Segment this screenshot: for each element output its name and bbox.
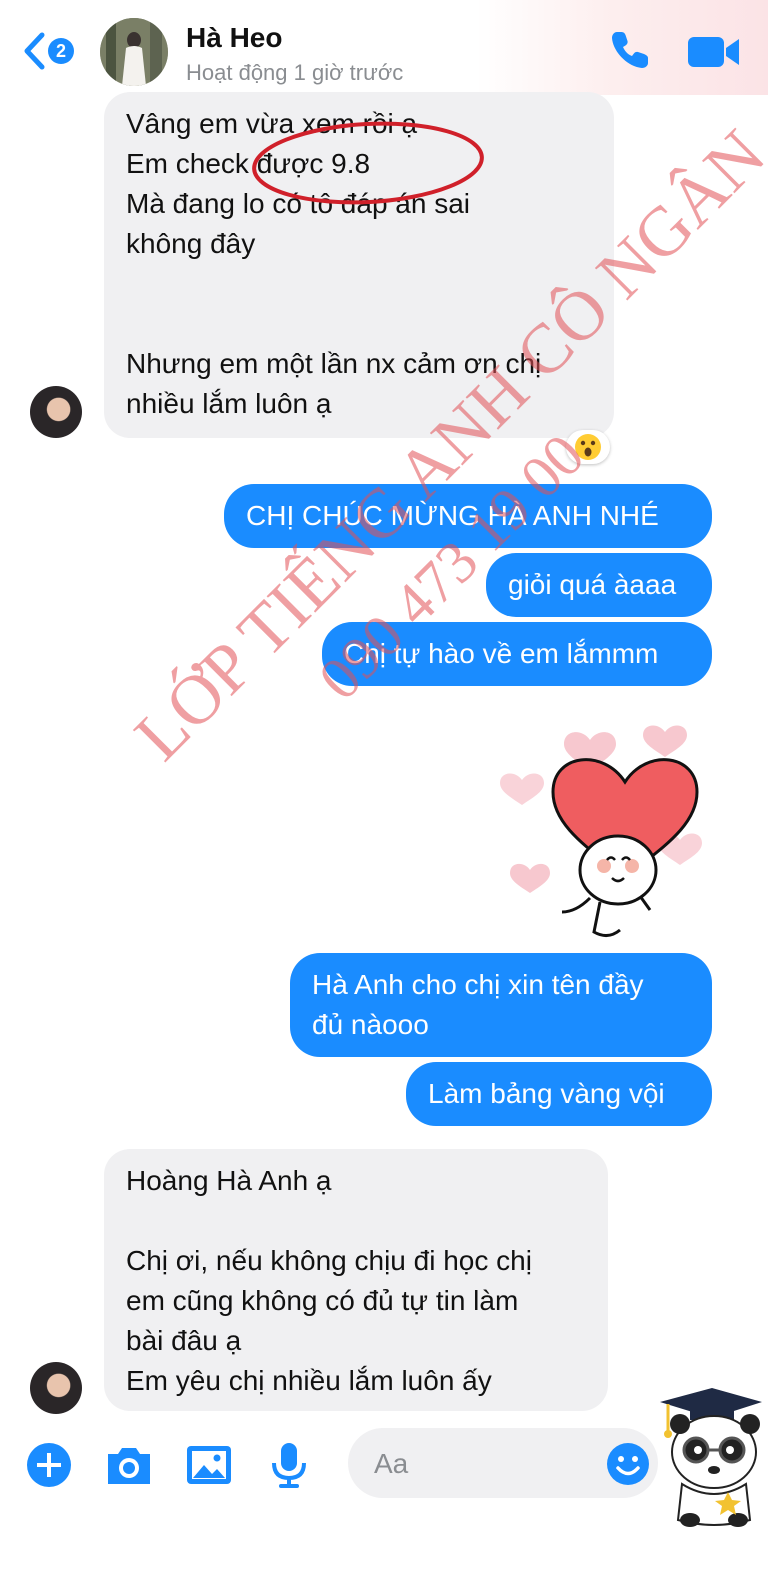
back-button[interactable]: 2 xyxy=(20,30,80,72)
panda-graduate-logo xyxy=(660,1388,762,1527)
contact-message-avatar[interactable] xyxy=(30,1362,82,1414)
voice-message-button[interactable] xyxy=(264,1440,314,1490)
message-composer[interactable] xyxy=(348,1428,658,1498)
video-call-button[interactable] xyxy=(686,32,742,72)
outgoing-message[interactable]: giỏi quá àaaa xyxy=(486,553,712,617)
contact-name[interactable]: Hà Heo xyxy=(186,22,282,54)
conversation-header: 2 Hà Heo Hoạt động 1 giờ trước xyxy=(0,0,768,95)
unread-count-badge: 2 xyxy=(48,38,74,64)
chevron-left-icon xyxy=(24,32,45,70)
microphone-icon xyxy=(272,1443,306,1488)
message-reaction[interactable] xyxy=(566,430,610,464)
outgoing-message[interactable]: Làm bảng vàng vội xyxy=(406,1062,712,1126)
contact-message-avatar[interactable] xyxy=(30,386,82,438)
phone-icon xyxy=(612,32,648,68)
incoming-message[interactable]: Hoàng Hà Anh ạ Chị ơi, nếu không chịu đi… xyxy=(104,1149,608,1411)
heart-character-sticker[interactable] xyxy=(500,720,750,950)
camera-button[interactable] xyxy=(104,1440,154,1490)
outgoing-message[interactable]: CHỊ CHÚC MỪNG HÀ ANH NHÉ xyxy=(224,484,712,548)
voice-call-button[interactable] xyxy=(608,28,652,72)
red-circle-annotation xyxy=(252,121,484,205)
more-actions-button[interactable] xyxy=(24,1440,74,1490)
active-status: Hoạt động 1 giờ trước xyxy=(186,60,404,85)
camera-icon xyxy=(108,1448,150,1484)
outgoing-message[interactable]: Chị tự hào về em lắmmm xyxy=(322,622,712,686)
message-input[interactable] xyxy=(372,1440,576,1488)
gallery-button[interactable] xyxy=(184,1440,234,1490)
smiley-icon xyxy=(607,1443,649,1485)
astonished-face-icon xyxy=(575,434,601,460)
avatar-photo xyxy=(100,18,168,86)
image-icon xyxy=(187,1446,231,1484)
video-camera-icon xyxy=(688,37,739,67)
outgoing-message[interactable]: Hà Anh cho chị xin tên đầy đủ nàooo xyxy=(290,953,712,1057)
plus-icon xyxy=(27,1443,71,1487)
emoji-button[interactable] xyxy=(606,1442,650,1486)
contact-avatar[interactable] xyxy=(100,18,168,86)
